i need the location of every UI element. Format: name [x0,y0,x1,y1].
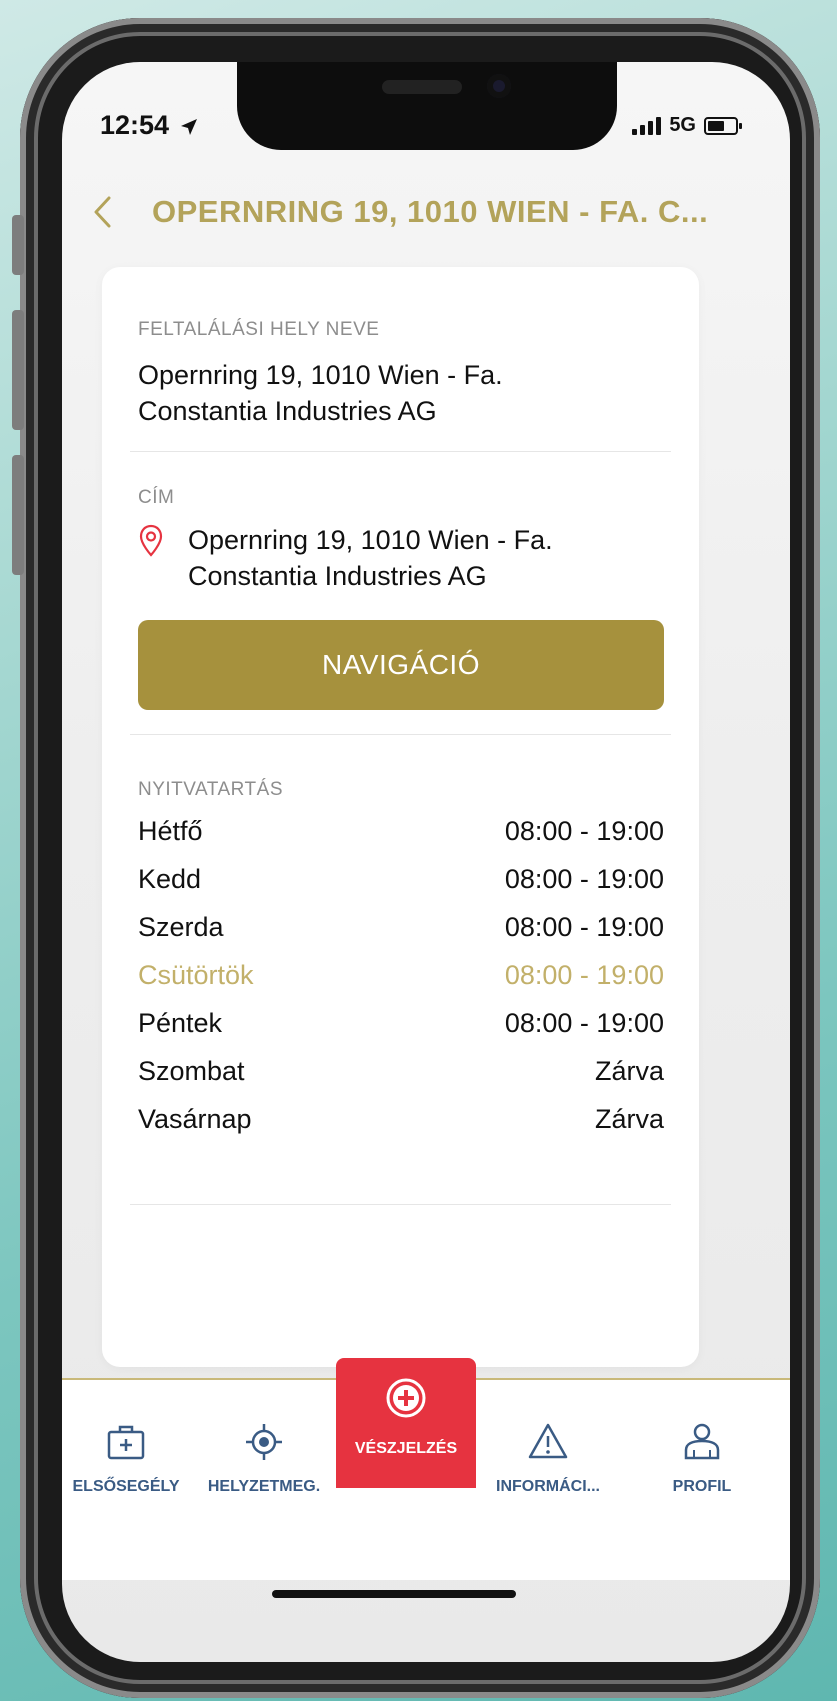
day-name: Szerda [138,912,224,942]
crosshair-location-icon [246,1424,282,1460]
address-value: Opernring 19, 1010 Wien - Fa. Constantia… [188,522,678,594]
emergency-plus-icon [386,1378,426,1418]
tab-profile[interactable]: PROFIL [632,1380,772,1510]
user-profile-icon [684,1423,720,1460]
address-line2: Constantia Industries AG [188,561,487,591]
divider [130,734,671,735]
address-label: CÍM [138,487,175,508]
battery-icon [704,116,742,135]
front-camera [487,74,511,98]
hours-row-thursday-today: Csütörtök 08:00 - 19:00 [138,951,664,999]
day-hours: Zárva [594,1056,664,1086]
tab-label: PROFIL [672,1478,732,1495]
opening-hours-label: NYITVATARTÁS [138,779,284,800]
location-name-line1: Opernring 19, 1010 Wien - Fa. [138,360,503,390]
location-arrow-icon [180,118,197,135]
tab-information[interactable]: INFORMÁCI... [478,1380,618,1510]
hours-row-friday: Péntek 08:00 - 19:00 [138,999,664,1047]
day-hours: 08:00 - 19:00 [504,864,664,894]
bottom-tab-bar: ELSŐSEGÉLY HELYZETMEG. VÉSZJELZÉS INFORM… [62,1358,790,1580]
status-time-text: 12:54 [100,110,170,140]
day-name: Vasárnap [138,1104,252,1134]
back-button[interactable] [82,192,122,232]
tab-emergency[interactable]: VÉSZJELZÉS [336,1358,476,1488]
hours-row-tuesday: Kedd 08:00 - 19:00 [138,855,664,903]
notch [237,62,617,150]
day-hours: 08:00 - 19:00 [504,960,664,990]
chevron-left-icon [94,196,111,228]
day-name: Szombat [138,1056,245,1086]
tab-first-aid[interactable]: ELSŐSEGÉLY [62,1380,196,1510]
volume-up-button [12,310,24,430]
divider [130,451,671,452]
address-row: Opernring 19, 1010 Wien - Fa. Constantia… [138,522,678,594]
home-indicator[interactable] [272,1590,516,1598]
location-name-line2: Constantia Industries AG [138,396,437,426]
hours-row-sunday: Vasárnap Zárva [138,1095,664,1143]
volume-down-button [12,455,24,575]
tab-label: VÉSZJELZÉS [354,1440,458,1457]
tab-label: INFORMÁCI... [496,1478,600,1495]
header: OPERNRING 19, 1010 WIEN - FA. C... [82,182,770,242]
opening-hours-list: Hétfő 08:00 - 19:00 Kedd 08:00 - 19:00 S… [138,807,664,1143]
tab-label: ELSŐSEGÉLY [72,1478,180,1495]
hours-row-wednesday: Szerda 08:00 - 19:00 [138,903,664,951]
status-right: 5G [632,114,742,137]
day-name: Csütörtök [138,960,254,990]
earpiece-speaker [382,80,462,94]
day-name: Hétfő [138,816,203,846]
warning-triangle-icon [528,1423,568,1459]
status-time: 12:54 [100,110,199,141]
location-name: Opernring 19, 1010 Wien - Fa. Constantia… [138,357,658,429]
day-hours: 08:00 - 19:00 [504,816,664,846]
divider [130,1204,671,1205]
day-name: Péntek [138,1008,223,1038]
network-type: 5G [669,114,696,136]
name-label: FELTALÁLÁSI HELY NEVE [138,319,380,340]
first-aid-kit-icon [107,1425,145,1460]
address-line1: Opernring 19, 1010 Wien - Fa. [188,525,553,555]
tab-label: HELYZETMEG. [207,1478,321,1495]
signal-bars-icon [632,116,662,135]
screen: 12:54 5G OPERNRING 19, 1010 WIEN - FA. C… [62,62,790,1662]
hours-row-saturday: Szombat Zárva [138,1047,664,1095]
map-pin-icon [139,524,163,557]
hours-row-monday: Hétfő 08:00 - 19:00 [138,807,664,855]
location-card: FELTALÁLÁSI HELY NEVE Opernring 19, 1010… [102,267,699,1367]
navigation-button[interactable]: NAVIGÁCIÓ [138,620,664,710]
day-hours: Zárva [594,1104,664,1134]
mute-switch [12,215,24,275]
day-name: Kedd [138,864,202,894]
day-hours: 08:00 - 19:00 [504,912,664,942]
page-title: OPERNRING 19, 1010 WIEN - FA. C... [152,194,709,229]
tab-location[interactable]: HELYZETMEG. [194,1380,334,1510]
day-hours: 08:00 - 19:00 [504,1008,664,1038]
